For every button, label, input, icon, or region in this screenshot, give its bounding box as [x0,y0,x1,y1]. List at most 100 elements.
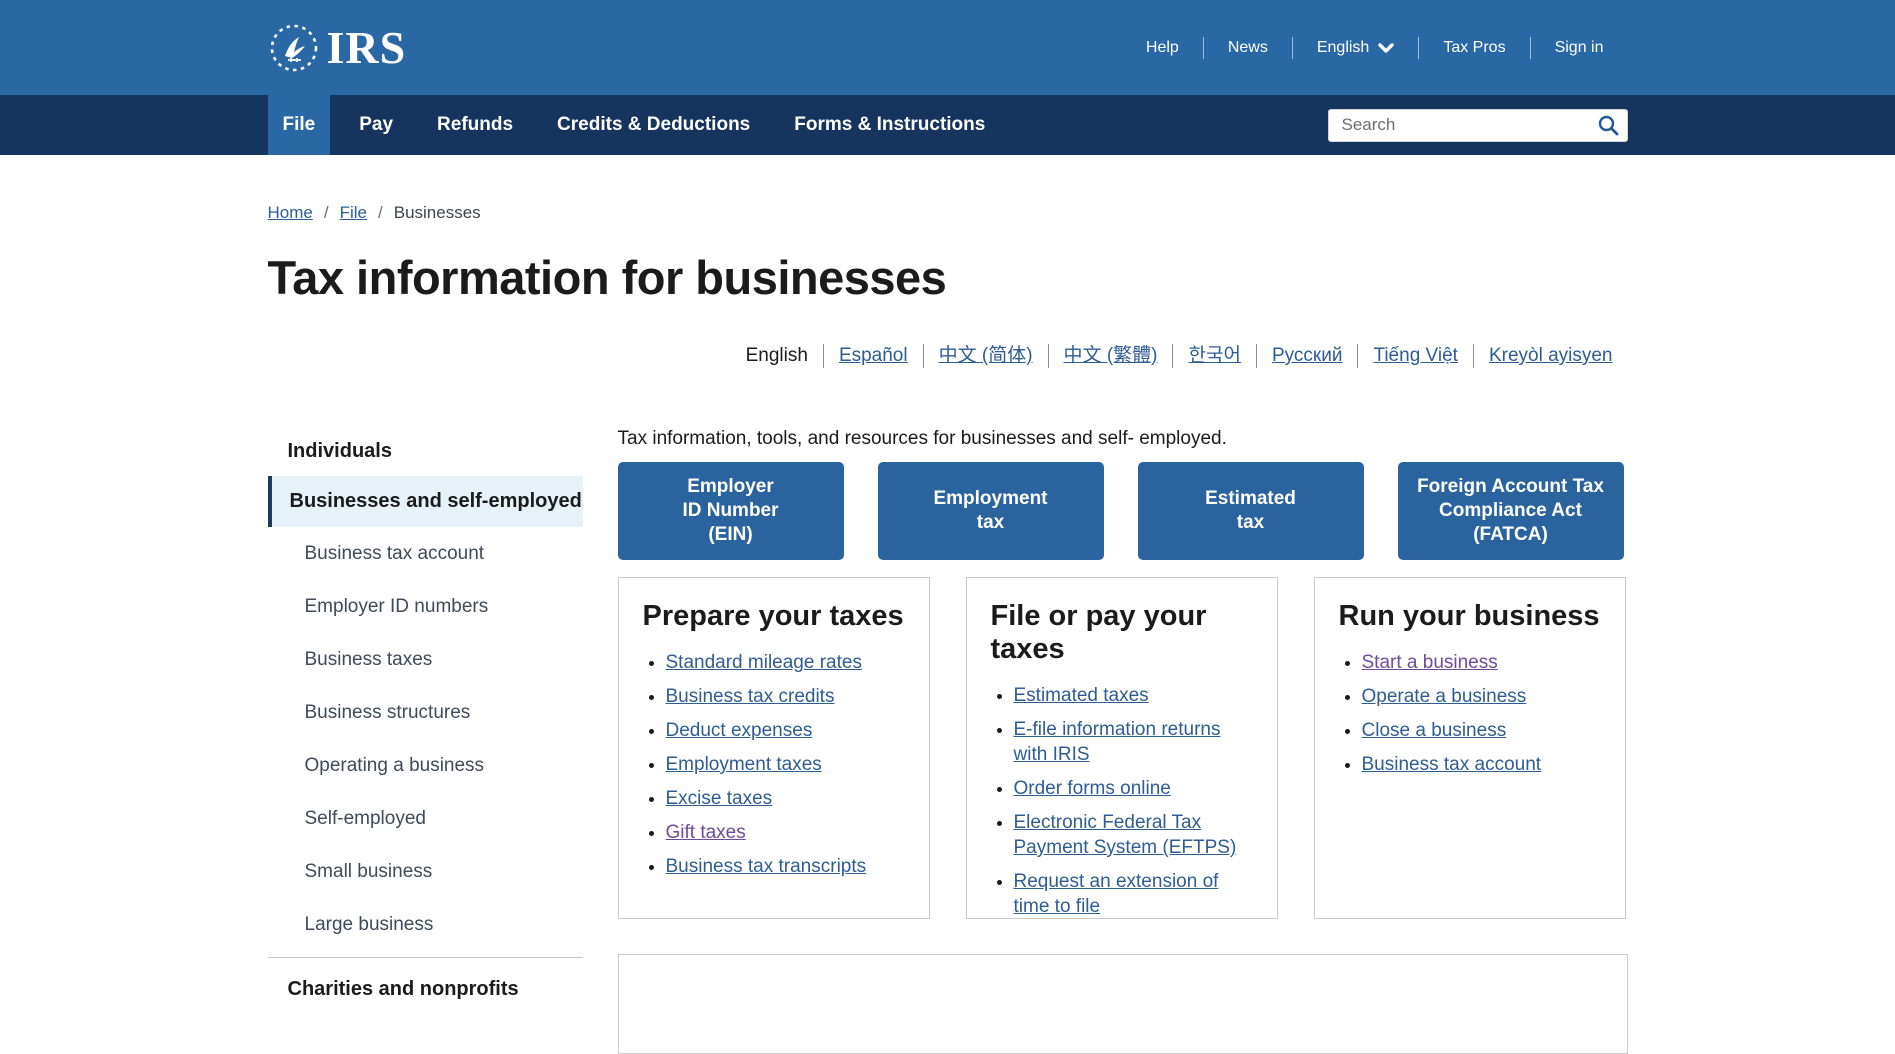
topic-cards: Prepare your taxes Standard mileage rate… [618,577,1628,919]
language-current-english: English [731,344,823,368]
breadcrumb-current: Businesses [394,203,481,223]
list-item: Start a business [1362,650,1601,675]
main-content: Tax information, tools, and resources fo… [618,426,1628,1054]
chevron-down-icon [1378,43,1394,53]
sidebar-divider [268,957,583,958]
tile-employment-tax[interactable]: Employment tax [878,462,1104,560]
intro-text: Tax information, tools, and resources fo… [618,426,1628,452]
list-item: E-file information returns with IRIS [1014,717,1253,767]
language-link-korean[interactable]: 한국어 [1172,344,1255,368]
card-title: Run your business [1339,600,1601,633]
card-link-standard-mileage-rates[interactable]: Standard mileage rates [666,652,862,673]
nav-item-pay[interactable]: Pay [344,95,408,155]
breadcrumb: Home / File / Businesses [268,203,1628,223]
card-prepare-your-taxes: Prepare your taxes Standard mileage rate… [618,577,930,919]
card-link-operate-a-business[interactable]: Operate a business [1362,686,1527,707]
utility-link-help[interactable]: Help [1122,39,1203,57]
list-item: Close a business [1362,718,1601,743]
page-title: Tax information for businesses [268,250,1628,306]
card-link-excise-taxes[interactable]: Excise taxes [666,788,773,809]
card-file-or-pay-your-taxes: File or pay your taxes Estimated taxes E… [966,577,1278,919]
sidebar-item-business-taxes[interactable]: Business taxes [268,633,583,686]
language-link-vietnamese[interactable]: Tiếng Việt [1357,344,1473,368]
utility-link-tax-pros[interactable]: Tax Pros [1419,39,1529,57]
breadcrumb-link-file[interactable]: File [340,203,367,223]
card-title: Prepare your taxes [643,600,905,633]
sidebar-item-self-employed[interactable]: Self-employed [268,792,583,845]
sidebar-item-operating-a-business[interactable]: Operating a business [268,739,583,792]
list-item: Business tax credits [666,684,905,709]
breadcrumb-link-home[interactable]: Home [268,203,313,223]
utility-nav: Help News English Tax Pros Sign in [1122,37,1628,59]
card-link-list: Standard mileage rates Business tax cred… [643,650,905,879]
utility-link-sign-in[interactable]: Sign in [1531,39,1628,57]
language-switcher: English Español 中文 (简体) 中文 (繁體) 한국어 Русс… [268,344,1628,368]
sidebar-item-individuals[interactable]: Individuals [268,426,583,476]
sidebar-item-employer-id-numbers[interactable]: Employer ID numbers [268,580,583,633]
partially-visible-content-box [618,954,1628,1054]
card-link-deduct-expenses[interactable]: Deduct expenses [666,720,813,741]
card-run-your-business: Run your business Start a business Opera… [1314,577,1626,919]
card-link-eftps[interactable]: Electronic Federal Tax Payment System (E… [1014,812,1237,858]
sidebar-item-small-business[interactable]: Small business [268,845,583,898]
sidebar-item-businesses-self-employed[interactable]: Businesses and self-employed [268,476,583,527]
sidebar-item-business-structures[interactable]: Business structures [268,686,583,739]
list-item: Excise taxes [666,786,905,811]
card-link-business-tax-transcripts[interactable]: Business tax transcripts [666,856,867,877]
card-link-list: Start a business Operate a business Clos… [1339,650,1601,777]
tile-employer-id-number[interactable]: Employer ID Number (EIN) [618,462,844,560]
list-item: Order forms online [1014,776,1253,801]
nav-item-credits-deductions[interactable]: Credits & Deductions [542,95,765,155]
card-link-close-a-business[interactable]: Close a business [1362,720,1507,741]
list-item: Estimated taxes [1014,683,1253,708]
search-button[interactable] [1597,114,1619,136]
language-link-spanish[interactable]: Español [823,344,923,368]
search-icon [1597,114,1619,136]
tile-estimated-tax[interactable]: Estimated tax [1138,462,1364,560]
nav-item-file[interactable]: File [268,95,331,155]
tile-fatca[interactable]: Foreign Account Tax Compliance Act (FATC… [1398,462,1624,560]
primary-nav-bar: File Pay Refunds Credits & Deductions Fo… [0,95,1895,155]
top-header-bar: IRS Help News English Tax Pros Sign in [0,0,1895,95]
sidebar-nav: Individuals Businesses and self-employed… [268,426,583,1014]
card-link-business-tax-account[interactable]: Business tax account [1362,754,1542,775]
language-link-russian[interactable]: Русский [1256,344,1358,368]
list-item: Employment taxes [666,752,905,777]
sidebar-item-business-tax-account[interactable]: Business tax account [268,527,583,580]
card-title: File or pay your taxes [991,600,1253,666]
card-link-order-forms-online[interactable]: Order forms online [1014,778,1171,799]
list-item: Business tax account [1362,752,1601,777]
language-link-chinese-traditional[interactable]: 中文 (繁體) [1048,344,1173,368]
card-link-start-a-business[interactable]: Start a business [1362,652,1498,673]
list-item: Gift taxes [666,820,905,845]
list-item: Business tax transcripts [666,854,905,879]
search-input[interactable] [1328,109,1628,142]
breadcrumb-separator: / [378,203,383,223]
nav-item-forms-instructions[interactable]: Forms & Instructions [779,95,1000,155]
irs-logo-text: IRS [327,25,407,71]
card-link-business-tax-credits[interactable]: Business tax credits [666,686,835,707]
language-link-haitian-creole[interactable]: Kreyòl ayisyen [1473,344,1628,368]
card-link-list: Estimated taxes E-file information retur… [991,683,1253,919]
search-box [1328,109,1628,142]
irs-eagle-icon [268,22,320,74]
list-item: Request an extension of time to file [1014,869,1253,919]
list-item: Electronic Federal Tax Payment System (E… [1014,810,1253,860]
sidebar-item-large-business[interactable]: Large business [268,898,583,951]
list-item: Standard mileage rates [666,650,905,675]
list-item: Operate a business [1362,684,1601,709]
breadcrumb-separator: / [324,203,329,223]
utility-language-label: English [1317,39,1369,57]
language-link-chinese-simplified[interactable]: 中文 (简体) [923,344,1048,368]
card-link-request-extension-to-file[interactable]: Request an extension of time to file [1014,871,1219,917]
card-link-employment-taxes[interactable]: Employment taxes [666,754,822,775]
quick-link-tiles: Employer ID Number (EIN) Employment tax … [618,462,1628,560]
nav-item-refunds[interactable]: Refunds [422,95,528,155]
card-link-efile-information-returns-iris[interactable]: E-file information returns with IRIS [1014,719,1221,765]
list-item: Deduct expenses [666,718,905,743]
utility-language-dropdown[interactable]: English [1293,39,1418,57]
irs-logo[interactable]: IRS [268,22,407,74]
card-link-estimated-taxes[interactable]: Estimated taxes [1014,685,1149,706]
card-link-gift-taxes[interactable]: Gift taxes [666,822,746,843]
utility-link-news[interactable]: News [1204,39,1292,57]
